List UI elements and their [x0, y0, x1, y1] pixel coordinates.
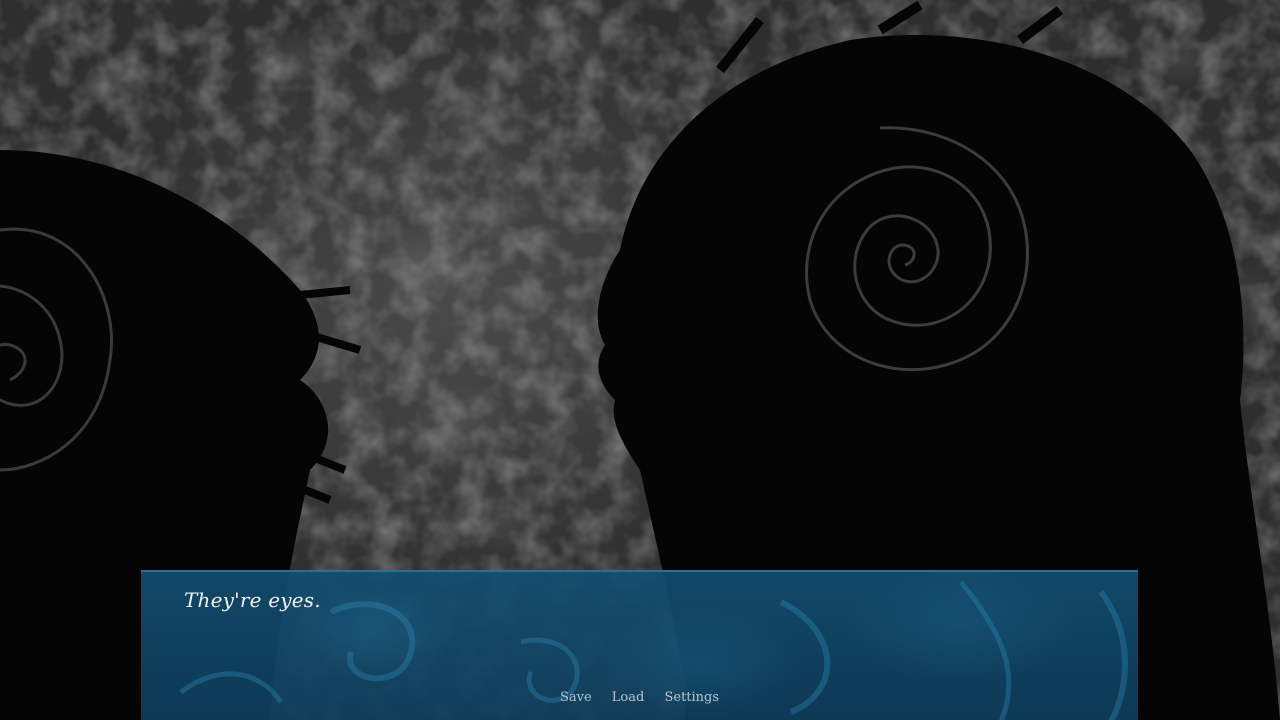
save-button[interactable]: Save [560, 690, 592, 705]
load-button[interactable]: Load [612, 690, 645, 705]
quick-menu: Save Load Settings [141, 690, 1138, 705]
dialogue-box[interactable]: They're eyes. Save Load Settings [141, 570, 1138, 720]
dialogue-text: They're eyes. [184, 588, 321, 612]
settings-button[interactable]: Settings [664, 690, 719, 705]
game-scene[interactable]: They're eyes. Save Load Settings [0, 0, 1280, 720]
